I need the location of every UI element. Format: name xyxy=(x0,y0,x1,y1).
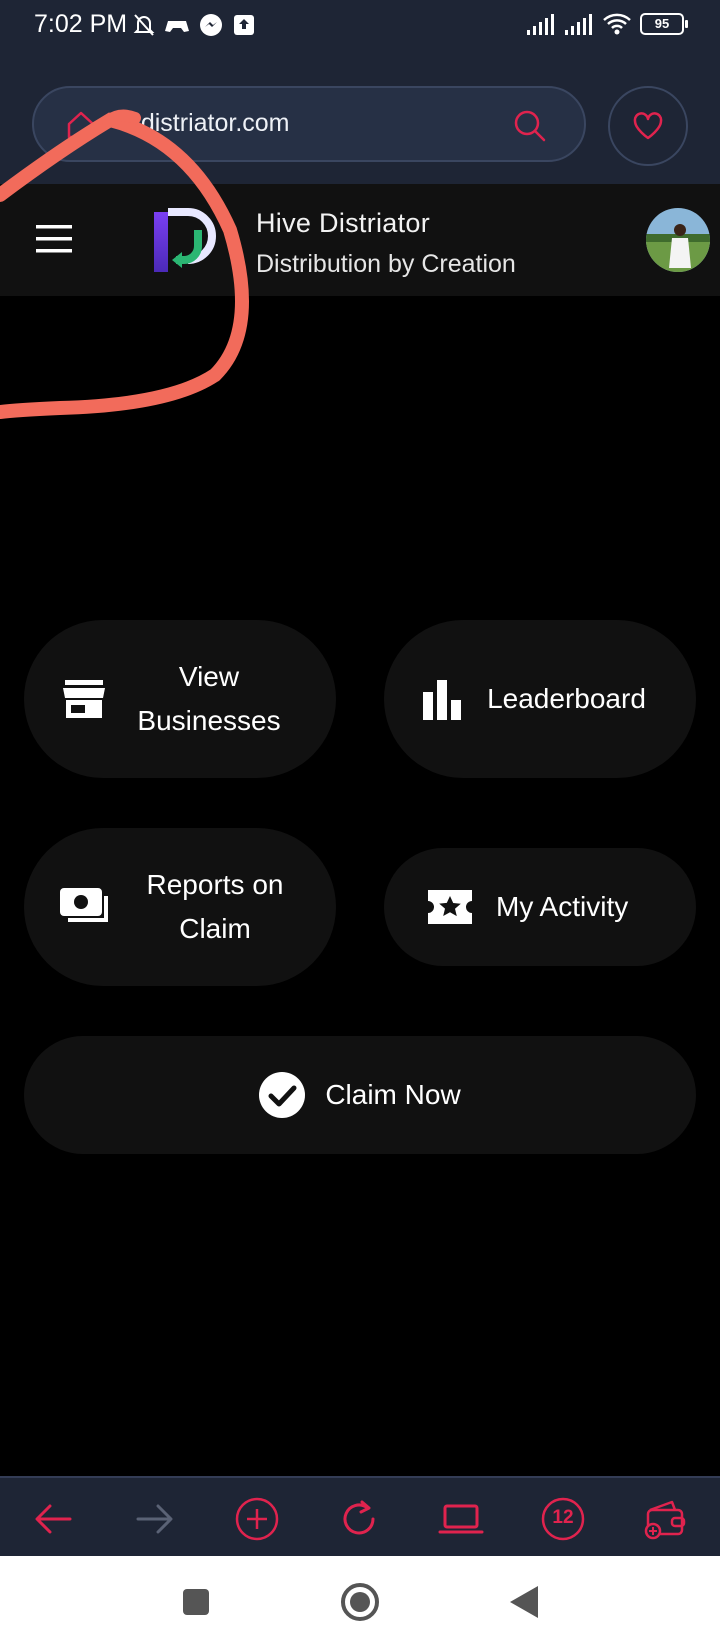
my-activity-label: My Activity xyxy=(496,891,629,922)
tabs-count-button[interactable]: 12 xyxy=(540,1496,586,1542)
store-icon xyxy=(63,680,105,718)
tabs-count: 12 xyxy=(552,1507,574,1528)
desktop-mode-icon[interactable] xyxy=(438,1496,484,1542)
favorite-button[interactable] xyxy=(608,86,688,166)
battery-icon: 95 xyxy=(640,13,688,35)
money-icon xyxy=(60,888,108,922)
signal-icon xyxy=(527,14,554,35)
wifi-icon xyxy=(603,13,631,35)
search-icon[interactable] xyxy=(512,108,548,144)
signal-icon-2 xyxy=(565,14,592,35)
app-subtitle: Distribution by Creation xyxy=(256,250,516,278)
reload-icon[interactable] xyxy=(336,1496,382,1542)
leaderboard-label: Leaderboard xyxy=(487,683,646,714)
upload-icon xyxy=(234,15,254,35)
status-system-icons: 95 xyxy=(526,12,688,36)
back-triangle-icon[interactable] xyxy=(508,1584,540,1620)
ticket-star-icon xyxy=(428,890,472,924)
reports-on-claim-label: Reports on Claim xyxy=(146,869,284,944)
gamepad-icon xyxy=(165,21,189,32)
heart-icon xyxy=(633,112,663,140)
view-businesses-label: View Businesses xyxy=(137,661,281,736)
status-notification-icons xyxy=(132,12,256,38)
my-activity-button[interactable]: My Activity xyxy=(384,848,696,966)
recent-apps-icon[interactable] xyxy=(182,1588,210,1616)
view-businesses-button[interactable]: View Businesses xyxy=(24,620,336,778)
back-arrow-icon[interactable] xyxy=(30,1496,76,1542)
browser-bottom-nav: 12 xyxy=(0,1476,720,1556)
wallet-icon[interactable] xyxy=(642,1496,688,1542)
app-title: Hive Distriator xyxy=(256,208,431,238)
annotation-circle xyxy=(0,109,249,419)
home-circle-icon[interactable] xyxy=(340,1582,380,1622)
status-bar: 7:02 PM 95 xyxy=(0,0,720,56)
messenger-icon xyxy=(200,14,222,36)
leaderboard-button[interactable]: Leaderboard xyxy=(384,620,696,778)
reports-on-claim-button[interactable]: Reports on Claim xyxy=(24,828,336,986)
new-tab-plus-icon[interactable] xyxy=(234,1496,280,1542)
claim-now-label: Claim Now xyxy=(325,1079,461,1110)
claim-now-button[interactable]: Claim Now xyxy=(24,1036,696,1154)
check-circle-icon xyxy=(259,1072,306,1118)
bell-off-icon xyxy=(133,14,155,36)
bar-chart-icon xyxy=(423,680,461,720)
status-time: 7:02 PM xyxy=(34,10,128,38)
forward-arrow-icon[interactable] xyxy=(132,1496,178,1542)
user-avatar[interactable] xyxy=(646,208,710,272)
system-navigation-bar xyxy=(0,1556,720,1650)
